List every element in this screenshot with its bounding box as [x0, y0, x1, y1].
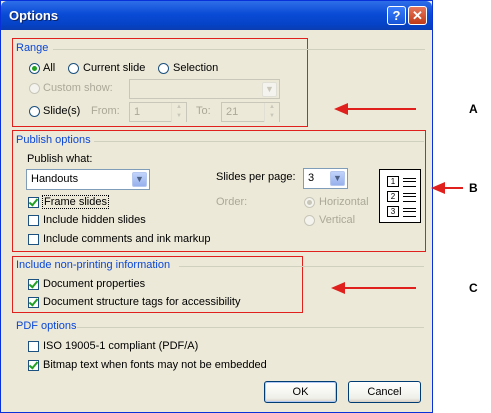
callout-arrow-b-line	[443, 187, 463, 189]
pdf-separator	[77, 327, 424, 328]
radio-current-slide-label[interactable]: Current slide	[83, 62, 145, 74]
nonprinting-group-label: Include non-printing information	[16, 259, 171, 271]
handout-preview-icon: 1 2 3	[379, 169, 421, 223]
custom-show-label: Custom show:	[43, 82, 113, 94]
bitmap-text-checkbox[interactable]	[28, 360, 39, 371]
radio-slides[interactable]	[29, 106, 40, 117]
publish-group-label: Publish options	[16, 134, 91, 146]
custom-show-dropdown[interactable]: ▼	[129, 79, 280, 99]
radio-slides-label[interactable]: Slide(s)	[43, 105, 80, 117]
callout-label-c: C	[469, 281, 478, 295]
callout-label-a: A	[469, 102, 478, 116]
title-bar[interactable]: Options ? ✕	[1, 1, 432, 30]
include-hidden-checkbox[interactable]	[28, 215, 39, 226]
structure-tags-label[interactable]: Document structure tags for accessibilit…	[43, 296, 240, 308]
close-button[interactable]: ✕	[408, 6, 427, 25]
radio-horizontal-label[interactable]: Horizontal	[319, 196, 369, 208]
chevron-down-icon: ▼	[330, 171, 345, 186]
chevron-down-icon: ▼	[132, 172, 147, 187]
from-label: From:	[91, 105, 120, 117]
range-group-label: Range	[16, 42, 49, 54]
publish-what-dropdown[interactable]: Handouts ▼	[26, 169, 150, 190]
cancel-button[interactable]: Cancel	[348, 381, 421, 403]
help-button[interactable]: ?	[387, 6, 406, 25]
range-separator	[53, 49, 425, 50]
frame-slides-checkbox[interactable]	[28, 197, 39, 208]
structure-tags-checkbox[interactable]	[28, 297, 39, 308]
publish-what-label: Publish what:	[27, 153, 93, 165]
pdf-group-label: PDF options	[16, 320, 77, 332]
slides-per-page-value: 3	[308, 172, 315, 184]
callout-label-b: B	[469, 181, 478, 195]
bitmap-text-label[interactable]: Bitmap text when fonts may not be embedd…	[43, 359, 267, 371]
callout-arrow-a-line	[346, 108, 416, 110]
window-title: Options	[9, 8, 59, 23]
include-comments-checkbox[interactable]	[28, 234, 39, 245]
ok-button[interactable]: OK	[264, 381, 337, 403]
from-spinner[interactable]: 1 ▲ ▼	[129, 102, 187, 122]
radio-vertical-label[interactable]: Vertical	[319, 214, 355, 226]
publish-what-value: Handouts	[31, 173, 79, 185]
publish-separator	[94, 141, 424, 142]
to-value: 21	[226, 106, 239, 118]
slides-per-page-dropdown[interactable]: 3 ▼	[303, 168, 348, 189]
radio-selection[interactable]	[158, 63, 169, 74]
spinner-arrows-icon[interactable]: ▲ ▼	[264, 103, 279, 122]
document-properties-label[interactable]: Document properties	[43, 278, 145, 290]
radio-selection-label[interactable]: Selection	[173, 62, 218, 74]
slides-per-page-label: Slides per page:	[216, 171, 296, 183]
frame-slides-label[interactable]: Frame slides	[42, 195, 109, 209]
document-properties-checkbox[interactable]	[28, 279, 39, 290]
include-comments-label[interactable]: Include comments and ink markup	[43, 233, 211, 245]
spinner-arrows-icon[interactable]: ▲ ▼	[171, 103, 186, 122]
include-hidden-label[interactable]: Include hidden slides	[43, 214, 146, 226]
callout-arrow-c-line	[343, 287, 416, 289]
iso-pdfa-checkbox[interactable]	[28, 341, 39, 352]
radio-all-label[interactable]: All	[43, 62, 55, 74]
to-label: To:	[196, 105, 211, 117]
radio-current-slide[interactable]	[68, 63, 79, 74]
radio-all[interactable]	[29, 63, 40, 74]
nonprinting-separator	[179, 266, 424, 267]
radio-vertical[interactable]	[304, 215, 315, 226]
radio-horizontal[interactable]	[304, 197, 315, 208]
iso-pdfa-label[interactable]: ISO 19005-1 compliant (PDF/A)	[43, 340, 198, 352]
to-spinner[interactable]: 21 ▲ ▼	[221, 102, 280, 122]
chevron-down-icon: ▼	[262, 82, 277, 97]
from-value: 1	[134, 106, 141, 118]
options-dialog: Options ? ✕ Range All Current slide Sele…	[0, 0, 433, 413]
order-label: Order:	[216, 196, 248, 208]
radio-custom-show[interactable]	[29, 83, 40, 94]
